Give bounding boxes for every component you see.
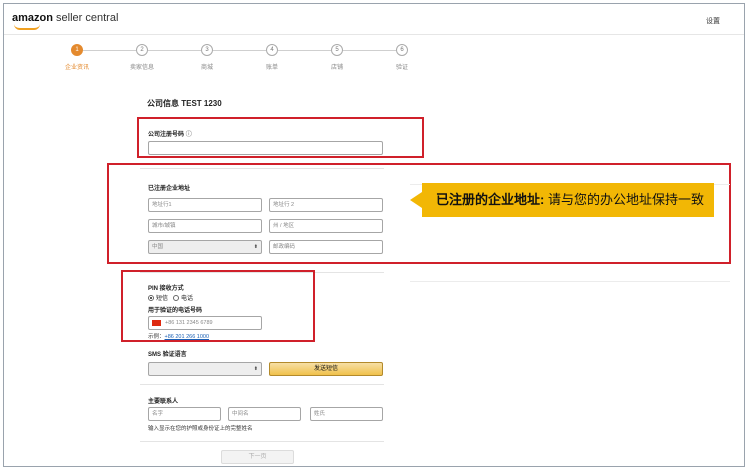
step-connector [83,50,136,51]
step-5-label: 店铺 [330,65,343,71]
first-name-input[interactable]: 名字 [148,407,221,421]
logo-subtitle: seller central [52,12,119,24]
step-2-circle: 2 [136,44,148,56]
step-connector [148,50,201,51]
divider [140,441,384,442]
contact-hint: 输入显示在您的护照或身份证上的完整姓名 [148,426,253,432]
send-sms-button[interactable]: 发送短信 [269,362,383,376]
step-connector [278,50,331,51]
step-2-label: 卖家信息 [129,65,154,71]
divider [140,384,384,385]
divider [410,281,730,282]
step-4-label: 账单 [265,65,278,71]
step-6-circle: 6 [396,44,408,56]
sms-language-label: SMS 验证语言 [148,352,187,358]
last-name-input[interactable]: 姓氏 [310,407,383,421]
step-3-label: 商城 [200,65,213,71]
step-connector [213,50,266,51]
smile-icon [14,24,40,30]
select-arrows-icon: ⬍ [253,366,258,372]
progress-steps: 1 企业资讯 2 卖家信息 3 商城 4 账单 5 店铺 6 验证 [4,44,744,74]
address-callout: 已注册的企业地址: 请与您的办公地址保持一致 [422,183,714,217]
step-3-circle: 3 [201,44,213,56]
next-page-button[interactable]: 下一页 [221,450,294,464]
page-title: 公司信息 TEST 1230 [147,99,222,108]
step-1-circle: 1 [71,44,83,56]
amazon-seller-central-logo[interactable]: amazon seller central [12,12,119,30]
step-5-circle: 5 [331,44,343,56]
top-bar: amazon seller central 设置 [4,4,744,35]
callout-bold-text: 已注册的企业地址: [436,192,545,207]
primary-contact-label: 主要联系人 [148,399,179,405]
step-6-label: 验证 [395,65,408,71]
step-connector [343,50,396,51]
callout-arrow [410,192,422,208]
middle-name-input[interactable]: 中间名 [228,407,301,421]
logo-brand: amazon [12,12,53,24]
highlight-box-reg-number [137,117,424,158]
step-4-circle: 4 [266,44,278,56]
sms-language-select[interactable]: ⬍ [148,362,262,376]
callout-text: 请与您的办公地址保持一致 [544,192,704,207]
highlight-box-pin [121,270,315,342]
settings-link[interactable]: 设置 [706,16,720,26]
step-1-label: 企业资讯 [64,65,89,71]
